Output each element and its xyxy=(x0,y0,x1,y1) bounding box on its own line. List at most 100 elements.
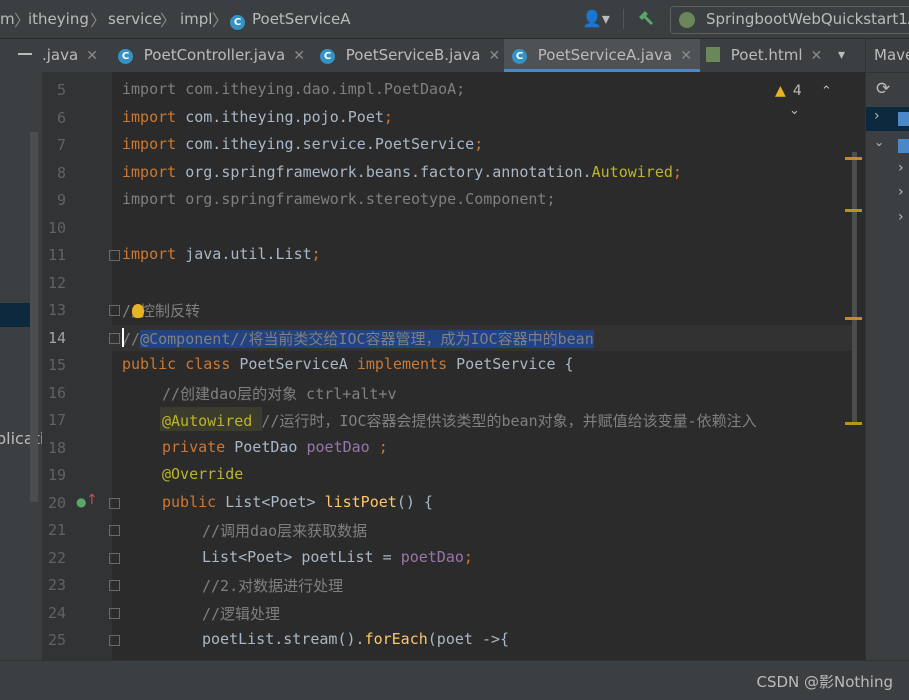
code-token: import com.itheying.dao.impl.PoetDaoA; xyxy=(122,80,466,98)
line-number: 23 xyxy=(47,576,66,594)
fold-marker-icon[interactable] xyxy=(109,607,120,619)
close-icon[interactable]: ✕ xyxy=(293,48,305,64)
code-line[interactable]: import java.util.List; xyxy=(122,245,321,263)
warning-stripe-mark[interactable] xyxy=(845,209,862,212)
tree-expand-chevron-icon[interactable]: › xyxy=(874,108,880,124)
fold-marker-icon[interactable] xyxy=(109,580,120,591)
implements-gutter-icon[interactable]: ● xyxy=(76,495,86,509)
breadcrumb-item-m[interactable]: m xyxy=(0,10,15,28)
line-number: 13 xyxy=(47,301,66,319)
code-line[interactable]: @Override xyxy=(162,465,243,483)
watermark-text: CSDN @影Nothing xyxy=(756,673,893,691)
warning-stripe-mark[interactable] xyxy=(845,422,862,425)
code-line[interactable]: import com.itheying.dao.impl.PoetDaoA; xyxy=(122,80,465,98)
breadcrumb-separator-icon: 〉 xyxy=(90,11,107,30)
fold-marker-icon[interactable] xyxy=(109,497,120,509)
tab-label: PoetServiceA.java xyxy=(537,46,673,64)
code-line[interactable]: import org.springframework.stereotype.Co… xyxy=(122,190,555,208)
close-icon[interactable]: ✕ xyxy=(680,48,692,64)
toolbar-divider xyxy=(623,9,624,29)
code-line[interactable]: import com.itheying.service.PoetService; xyxy=(122,135,483,153)
class-icon: C xyxy=(230,11,245,30)
line-number: 18 xyxy=(47,438,66,457)
code-line[interactable]: //调用dao层来获取数据 xyxy=(202,520,367,541)
code-line[interactable]: public class PoetServiceA implements Poe… xyxy=(122,355,574,373)
scrollbar[interactable] xyxy=(30,132,38,502)
code-line[interactable]: //2.对数据进行处理 xyxy=(202,575,343,596)
user-icon[interactable]: 👤▾ xyxy=(582,9,610,28)
code-line[interactable]: import com.itheying.pojo.Poet; xyxy=(122,108,393,126)
close-icon[interactable]: ✕ xyxy=(489,48,501,64)
tab-java-partial[interactable]: .java ✕ xyxy=(42,39,98,72)
build-hammer-icon[interactable] xyxy=(636,9,656,29)
fold-marker-icon[interactable] xyxy=(109,635,120,646)
html-file-icon xyxy=(706,47,720,62)
inspection-widget[interactable]: ▲ 4 ⌃ ⌄ xyxy=(775,80,855,118)
tab-poetservicea[interactable]: C PoetServiceA.java ✕ xyxy=(504,39,700,72)
line-number: 22 xyxy=(47,548,66,567)
tab-poetserviceb[interactable]: C PoetServiceB.java ✕ xyxy=(320,39,500,72)
tree-expand-chevron-icon[interactable]: › xyxy=(898,160,904,176)
editor-tab-bar: .java ✕ C PoetController.java ✕ C PoetServ… xyxy=(0,39,865,72)
code-line[interactable]: import org.springframework.beans.factory… xyxy=(122,163,682,181)
tree-collapse-chevron-icon[interactable]: ⌄ xyxy=(874,135,884,149)
code-token: forEach xyxy=(364,630,428,648)
tab-poet-html[interactable]: Poet.html ✕ xyxy=(706,39,822,72)
code-line[interactable]: //逻辑处理 xyxy=(202,603,280,624)
intention-bulb-icon[interactable] xyxy=(132,304,144,318)
code-token: public xyxy=(162,492,226,511)
code-token: private xyxy=(162,437,235,456)
maven-tool-window: Mave ⟳ › ⌄ › › › xyxy=(865,39,909,660)
reload-icon[interactable]: ⟳ xyxy=(876,79,890,99)
fold-marker-icon[interactable] xyxy=(109,305,120,316)
breadcrumb-item-impl[interactable]: impl xyxy=(180,10,212,28)
fold-marker-icon[interactable] xyxy=(109,525,120,536)
warning-count: 4 xyxy=(792,83,802,99)
code-line[interactable]: @Autowired //运行时，IOC容器会提供该类型的bean对象，并赋值给… xyxy=(162,410,757,431)
code-line[interactable]: //@Component//将当前类交给IOC容器管理，成为IOC容器中的bea… xyxy=(122,328,594,349)
status-bar: CSDN @影Nothing xyxy=(0,660,909,700)
tree-expand-chevron-icon[interactable]: › xyxy=(898,209,904,225)
breadcrumb-item-service[interactable]: service xyxy=(108,10,162,28)
line-number: 19 xyxy=(47,466,66,484)
run-configuration-selector[interactable]: SpringbootWebQuickstart1A xyxy=(670,6,909,34)
previous-highlight-chevron-up-icon[interactable]: ⌃ xyxy=(821,84,832,99)
line-number: 7 xyxy=(56,136,66,154)
code-line[interactable]: public List<Poet> listPoet() { xyxy=(162,493,433,511)
code-line[interactable]: poetList.stream().forEach(poet ->{ xyxy=(202,630,509,648)
breadcrumb-separator-icon: 〉 xyxy=(160,11,177,30)
fold-marker-icon[interactable] xyxy=(109,332,120,344)
code-token: Autowired xyxy=(591,162,673,181)
code-token: () { xyxy=(396,492,433,511)
code-line[interactable]: //创建dao层的对象 ctrl+alt+v xyxy=(162,383,397,404)
tab-list-chevron-down-icon[interactable]: ▾ xyxy=(838,39,845,71)
breadcrumb-separator-icon: 〉 xyxy=(212,11,229,30)
next-highlight-chevron-down-icon[interactable]: ⌄ xyxy=(789,103,800,118)
line-number: 25 xyxy=(47,631,66,649)
code-token: @Override xyxy=(162,465,244,483)
close-icon[interactable]: ✕ xyxy=(811,48,823,64)
fold-marker-icon[interactable] xyxy=(109,250,120,261)
code-token: listPoet xyxy=(324,492,397,511)
warning-stripe-mark[interactable] xyxy=(845,317,862,320)
tab-poetcontroller[interactable]: C PoetController.java ✕ xyxy=(118,39,305,72)
code-token: java.util.List xyxy=(185,245,312,263)
close-icon[interactable]: ✕ xyxy=(86,48,98,64)
warning-stripe-mark[interactable] xyxy=(845,157,862,160)
code-token: PoetService { xyxy=(456,355,574,373)
code-line[interactable]: private PoetDao poetDao ; xyxy=(162,438,388,456)
line-number: 21 xyxy=(47,521,66,539)
breadcrumb-item-poetservicea[interactable]: PoetServiceA xyxy=(252,10,351,28)
breadcrumb-item-itheying[interactable]: itheying xyxy=(28,10,89,28)
tree-expand-chevron-icon[interactable]: › xyxy=(898,184,904,200)
fold-marker-icon[interactable] xyxy=(109,552,120,564)
class-icon: C xyxy=(320,49,335,64)
collapse-icon[interactable] xyxy=(18,53,32,55)
code-line[interactable]: List<Poet> poetList = poetDao; xyxy=(202,548,473,566)
code-token: //逻辑处理 xyxy=(202,604,281,623)
project-panel: plicati xyxy=(0,72,42,660)
override-arrow-up-icon[interactable]: ↑ xyxy=(86,492,98,508)
code-token: org.springframework.beans.factory.annota… xyxy=(185,162,592,181)
code-token: import org.springframework.stereotype.Co… xyxy=(122,190,556,208)
editor-scrollbar[interactable] xyxy=(852,152,857,422)
